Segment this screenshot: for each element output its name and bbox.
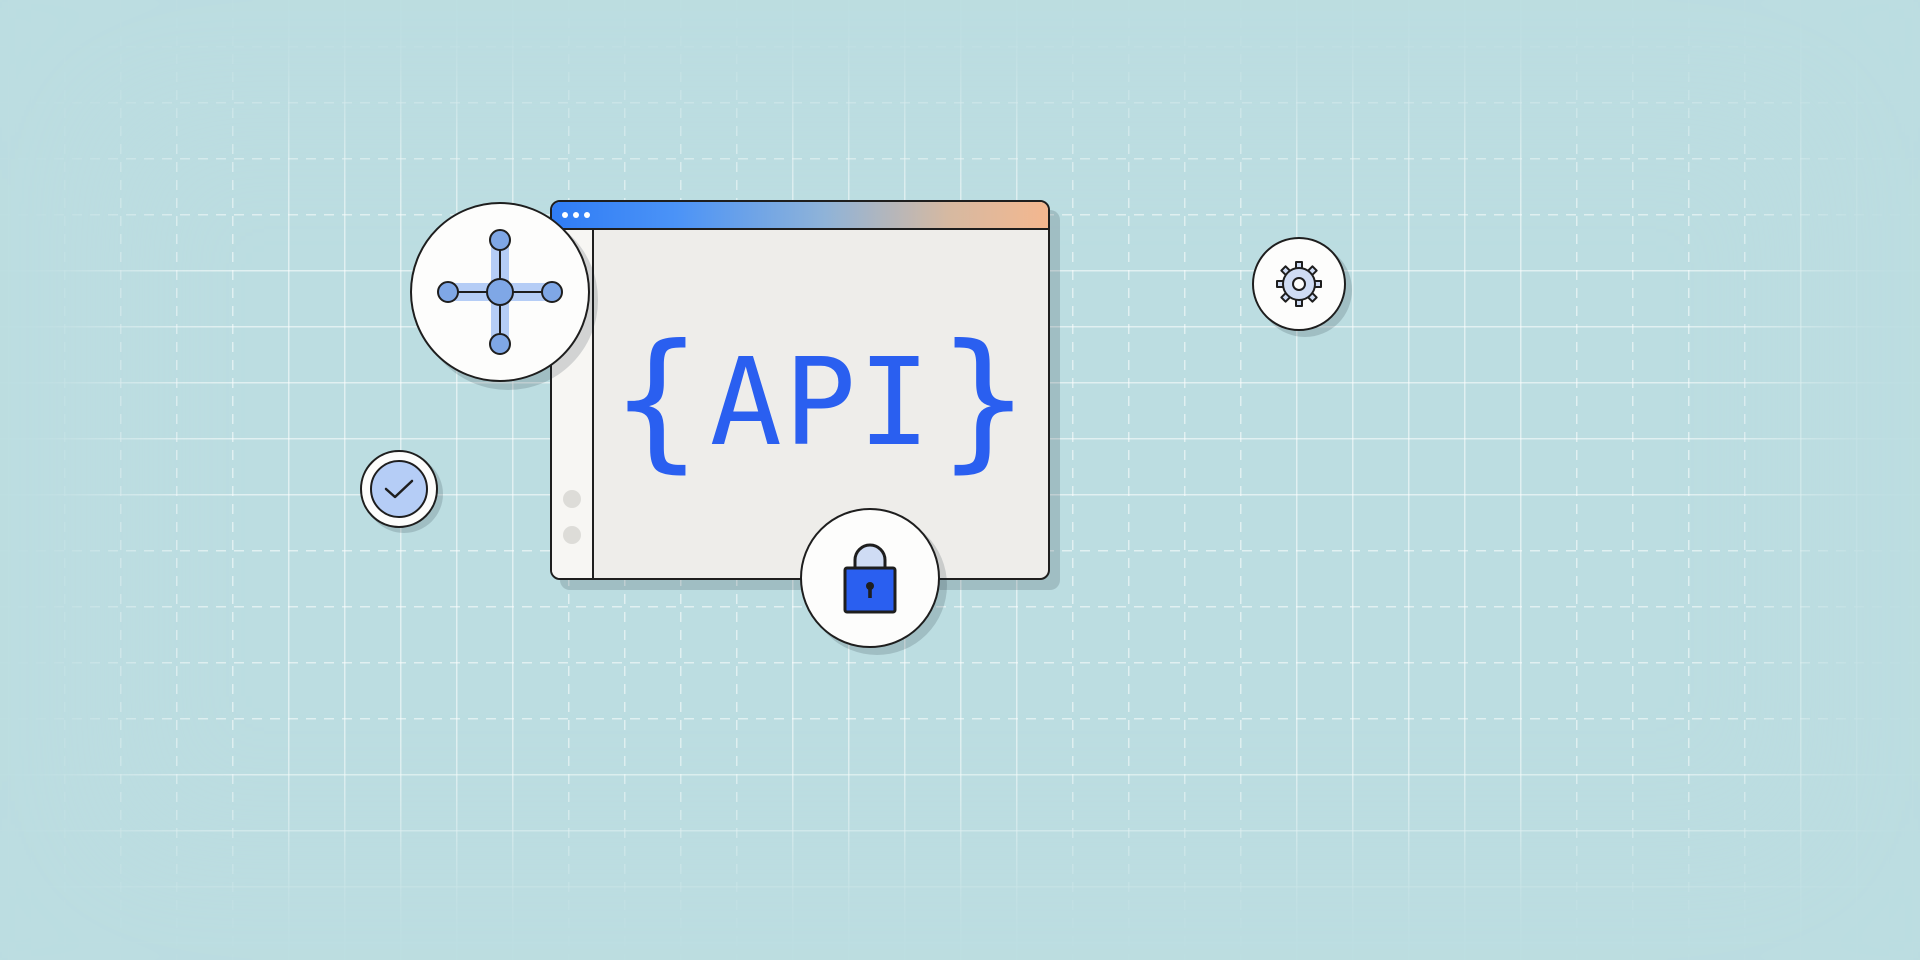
api-text: API — [710, 344, 933, 464]
nodes-icon — [410, 202, 590, 382]
check-badge — [360, 450, 438, 528]
brace-left: { — [611, 325, 703, 475]
nodes-badge — [410, 202, 590, 382]
brace-right: } — [938, 325, 1030, 475]
gear-icon — [1252, 237, 1346, 331]
gear-badge — [1252, 237, 1346, 331]
sidebar-dot — [563, 490, 581, 508]
window-titlebar — [552, 202, 1048, 230]
lock-icon — [800, 508, 940, 648]
sidebar-dot — [563, 526, 581, 544]
check-icon — [360, 450, 438, 528]
lock-badge — [800, 508, 940, 648]
api-label: { API } — [611, 329, 1030, 479]
